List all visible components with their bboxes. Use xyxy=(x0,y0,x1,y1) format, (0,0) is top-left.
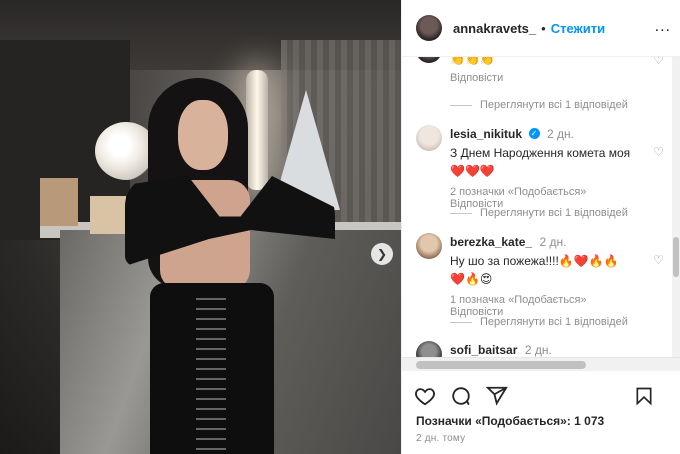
comment-item: berezka_kate_ 2 дн. Ну шо за пожежа!!!!🔥… xyxy=(416,233,664,318)
comment-time[interactable]: 2 дн. xyxy=(525,343,552,357)
chevron-right-icon: ❯ xyxy=(376,247,388,261)
bookmark-icon xyxy=(636,387,652,406)
commenter-avatar[interactable] xyxy=(416,233,442,259)
divider-line xyxy=(450,104,472,106)
heart-icon[interactable]: ♡ xyxy=(653,145,664,159)
comment-body: 👏👏👏 Відповісти xyxy=(450,57,650,84)
post-sidebar: annakravets_ • Стежити ... 👏👏👏 Відповіст… xyxy=(401,0,680,454)
comment-body: berezka_kate_ 2 дн. Ну шо за пожежа!!!!🔥… xyxy=(450,233,650,318)
comments-scrollbar[interactable] xyxy=(672,57,680,357)
view-replies-button[interactable]: Переглянути всі 1 відповідей xyxy=(450,316,628,328)
like-button[interactable] xyxy=(414,385,436,407)
comment-text: З Днем Народження комета моя xyxy=(450,146,631,160)
photo-gift-bag xyxy=(40,178,78,226)
photo-lamp xyxy=(246,70,268,190)
post-time-ago[interactable]: 2 дн. тому xyxy=(416,433,465,444)
more-options-icon[interactable]: ... xyxy=(655,18,671,36)
post-photo[interactable] xyxy=(0,0,401,454)
comment-item: 👏👏👏 Відповісти ♡ xyxy=(416,57,664,89)
author-avatar[interactable] xyxy=(416,15,442,41)
heart-icon xyxy=(415,388,435,406)
follow-button[interactable]: Стежити xyxy=(551,21,605,36)
comment-meta: 1 позначка «Подобається» Відповісти xyxy=(450,294,650,318)
author-username[interactable]: annakravets_ xyxy=(453,21,536,36)
likes-count[interactable]: Позначки «Подобається»: 1 073 xyxy=(416,414,604,428)
comment-meta: Відповісти xyxy=(450,72,650,84)
view-replies-button[interactable]: Переглянути всі 1 відповідей xyxy=(450,99,628,111)
photo-gift-bag xyxy=(90,196,126,234)
commenter-avatar[interactable] xyxy=(416,57,442,63)
commenter-username[interactable]: sofi_baitsar xyxy=(450,343,517,357)
divider-line xyxy=(450,212,472,214)
commenter-username[interactable]: lesia_nikituk xyxy=(450,127,522,141)
post-header: annakravets_ • Стежити ... xyxy=(402,0,680,57)
share-icon xyxy=(486,386,508,406)
view-replies-label: Переглянути всі 1 відповідей xyxy=(480,207,628,219)
comment-text-line2: ❤️🔥😍 xyxy=(450,272,493,286)
photo-person-face xyxy=(178,100,228,170)
commenter-username[interactable]: berezka_kate_ xyxy=(450,235,532,249)
comment-body: lesia_nikituk ✓ 2 дн. З Днем Народження … xyxy=(450,125,650,210)
comment-icon xyxy=(452,387,470,406)
comment-likes[interactable]: 1 позначка «Подобається» xyxy=(450,294,587,306)
divider-line xyxy=(450,321,472,323)
comments-list: 👏👏👏 Відповісти ♡ Переглянути всі 1 відпо… xyxy=(402,57,680,357)
horizontal-scrollbar[interactable] xyxy=(402,357,680,371)
comment-button[interactable] xyxy=(450,385,472,407)
heart-icon[interactable]: ♡ xyxy=(653,253,664,267)
scrollbar-thumb[interactable] xyxy=(673,237,679,277)
comment-item: sofi_baitsar 2 дн. xyxy=(416,341,664,357)
view-replies-label: Переглянути всі 1 відповідей xyxy=(480,316,628,328)
comment-item: lesia_nikituk ✓ 2 дн. З Днем Народження … xyxy=(416,125,664,210)
commenter-avatar[interactable] xyxy=(416,341,442,357)
comment-body: sofi_baitsar 2 дн. xyxy=(450,341,650,357)
photo-skirt-laces xyxy=(196,290,226,450)
comment-time[interactable]: 2 дн. xyxy=(540,235,567,249)
reply-button[interactable]: Відповісти xyxy=(450,72,503,84)
comment-text: 👏👏👏 xyxy=(450,57,495,66)
commenter-avatar[interactable] xyxy=(416,125,442,151)
verified-badge-icon: ✓ xyxy=(528,128,540,140)
separator-dot: • xyxy=(541,20,546,36)
view-replies-button[interactable]: Переглянути всі 1 відповідей xyxy=(450,207,628,219)
horizontal-scrollbar-thumb[interactable] xyxy=(416,361,586,369)
comment-likes[interactable]: 2 позначки «Подобається» xyxy=(450,186,586,198)
comment-time[interactable]: 2 дн. xyxy=(547,127,574,141)
share-button[interactable] xyxy=(486,385,508,407)
next-photo-button[interactable]: ❯ xyxy=(371,243,393,265)
save-button[interactable] xyxy=(633,385,655,407)
comment-text-line2: ❤️❤️❤️ xyxy=(450,164,495,178)
comment-text: Ну шо за пожежа!!!!🔥❤️🔥🔥 xyxy=(450,254,619,268)
heart-icon[interactable]: ♡ xyxy=(653,57,664,67)
view-replies-label: Переглянути всі 1 відповідей xyxy=(480,99,628,111)
